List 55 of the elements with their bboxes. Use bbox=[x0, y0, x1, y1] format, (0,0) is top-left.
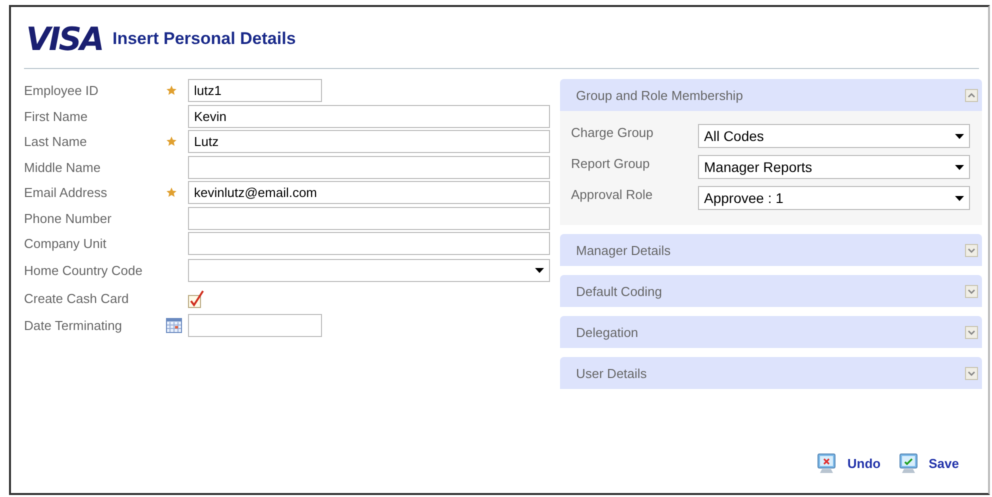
section-title: User Details bbox=[576, 366, 647, 380]
section-header[interactable]: Default Coding bbox=[560, 275, 982, 307]
section-header[interactable]: Manager Details bbox=[560, 234, 982, 266]
section-header[interactable]: User Details bbox=[560, 357, 982, 389]
field-label: Date Terminating bbox=[24, 318, 124, 333]
calendar-icon[interactable] bbox=[166, 317, 182, 334]
field-label: Charge Group bbox=[571, 124, 654, 140]
section-title: Manager Details bbox=[576, 242, 671, 258]
field-label: Home Country Code bbox=[24, 263, 144, 278]
date-field[interactable] bbox=[188, 314, 322, 337]
logo: VISA bbox=[25, 20, 102, 58]
checkbox[interactable] bbox=[188, 290, 206, 308]
section-header[interactable]: Delegation bbox=[560, 316, 982, 348]
undo-button[interactable]: Undo bbox=[815, 452, 881, 474]
monitor-check-icon bbox=[896, 452, 919, 474]
text-field[interactable]: Kevin bbox=[188, 104, 550, 128]
collapse-icon[interactable] bbox=[965, 88, 978, 102]
field-label: Report Group bbox=[571, 155, 651, 171]
section-header[interactable]: Group and Role Membership bbox=[560, 79, 982, 111]
expand-icon[interactable] bbox=[965, 366, 978, 380]
section-title: Default Coding bbox=[576, 284, 662, 298]
expand-icon[interactable] bbox=[965, 244, 978, 256]
dropdown[interactable]: Manager Reports bbox=[698, 155, 970, 179]
field-label: Company Unit bbox=[24, 236, 108, 252]
caret-icon bbox=[955, 196, 964, 200]
field-label: Last Name bbox=[24, 134, 88, 150]
asterisk-icon bbox=[166, 136, 177, 148]
caret-icon bbox=[955, 134, 964, 138]
dropdown[interactable] bbox=[188, 259, 550, 282]
caret-icon bbox=[955, 164, 964, 170]
section-title: Delegation bbox=[576, 324, 638, 340]
page-title: Insert Personal Details bbox=[112, 28, 296, 48]
text-field[interactable]: Lutz bbox=[188, 130, 550, 154]
asterisk-icon bbox=[166, 85, 177, 96]
dropdown[interactable]: All Codes bbox=[698, 124, 970, 148]
expand-icon[interactable] bbox=[965, 326, 978, 338]
text-field[interactable] bbox=[188, 206, 550, 230]
text-field[interactable] bbox=[188, 232, 550, 256]
field-label: Approval Role bbox=[571, 186, 654, 202]
field-label: Phone Number bbox=[24, 210, 112, 226]
text-field[interactable] bbox=[188, 156, 550, 179]
field-label: Email Address bbox=[24, 185, 108, 200]
expand-icon[interactable] bbox=[965, 284, 978, 298]
text-field[interactable]: lutz1 bbox=[188, 79, 322, 102]
field-label: Middle Name bbox=[24, 160, 102, 175]
save-button[interactable]: Save bbox=[896, 452, 959, 474]
section-title: Group and Role Membership bbox=[576, 88, 743, 102]
monitor-cross-icon bbox=[815, 452, 838, 474]
asterisk-icon bbox=[166, 187, 177, 198]
field-label: Employee ID bbox=[24, 83, 100, 98]
field-label: Create Cash Card bbox=[24, 291, 130, 306]
field-label: First Name bbox=[24, 108, 89, 124]
text-field[interactable]: kevinlutz@email.com bbox=[188, 181, 550, 204]
caret-icon bbox=[535, 268, 544, 273]
dropdown[interactable]: Approvee : 1 bbox=[698, 186, 970, 210]
